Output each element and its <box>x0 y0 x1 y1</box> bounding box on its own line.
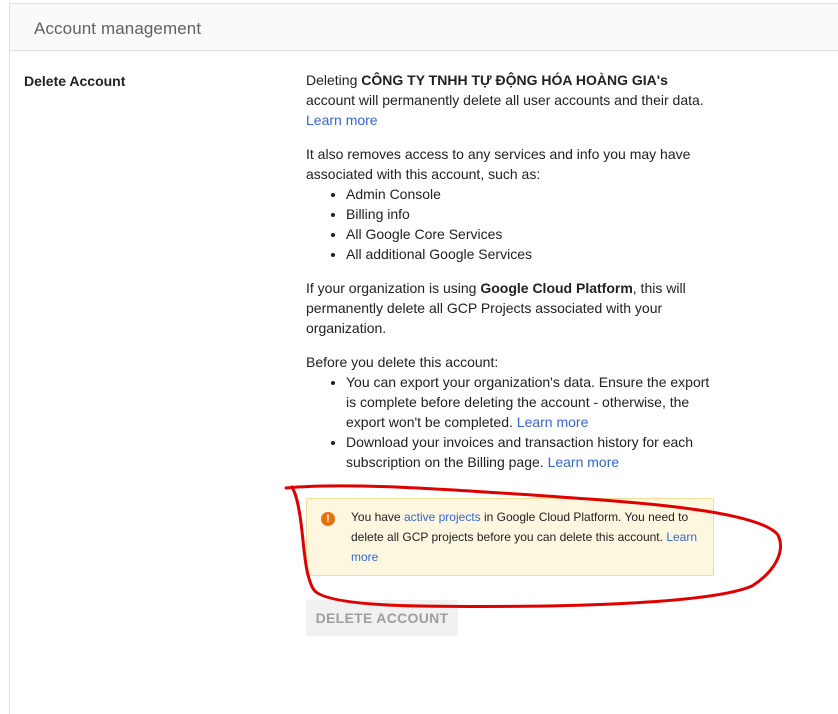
text: If your organization is using <box>306 280 481 296</box>
list-item: All additional Google Services <box>346 244 716 264</box>
org-name: CÔNG TY TNHH TỰ ĐỘNG HÓA HOÀNG GIA's <box>361 72 668 88</box>
list-item: Download your invoices and transaction h… <box>346 432 716 472</box>
list-item: All Google Core Services <box>346 224 716 244</box>
paragraph-removes-access: It also removes access to any services a… <box>306 146 691 182</box>
services-list: Admin Console Billing info All Google Co… <box>306 184 716 264</box>
active-projects-alert: ! You have active projects in Google Clo… <box>306 498 714 576</box>
paragraph-gcp: If your organization is using Google Clo… <box>306 278 716 338</box>
section-label-delete-account: Delete Account <box>24 73 126 89</box>
list-item: Admin Console <box>346 184 716 204</box>
text: Deleting <box>306 72 362 88</box>
learn-more-link[interactable]: Learn more <box>306 112 378 128</box>
list-item: You can export your organization's data.… <box>346 372 716 432</box>
card-header: Account management <box>10 4 838 51</box>
learn-more-link[interactable]: Learn more <box>548 454 620 470</box>
paragraph-deleting: Deleting CÔNG TY TNHH TỰ ĐỘNG HÓA HOÀNG … <box>306 70 716 130</box>
learn-more-link[interactable]: Learn more <box>517 414 589 430</box>
active-projects-link[interactable]: active projects <box>404 510 481 524</box>
warning-icon: ! <box>321 512 335 526</box>
page-title: Account management <box>34 19 202 38</box>
gcp-name: Google Cloud Platform <box>480 280 633 296</box>
delete-account-button[interactable]: DELETE ACCOUNT <box>306 600 458 636</box>
text: account will permanently delete all user… <box>306 92 704 108</box>
alert-text: You have active projects in Google Cloud… <box>351 507 701 567</box>
before-delete-list: You can export your organization's data.… <box>306 372 716 472</box>
text: You have <box>351 510 404 524</box>
paragraph-before-delete: Before you delete this account: <box>306 354 499 370</box>
list-item: Billing info <box>346 204 716 224</box>
text: Download your invoices and transaction h… <box>346 434 694 470</box>
delete-account-description: Deleting CÔNG TY TNHH TỰ ĐỘNG HÓA HOÀNG … <box>306 70 716 486</box>
